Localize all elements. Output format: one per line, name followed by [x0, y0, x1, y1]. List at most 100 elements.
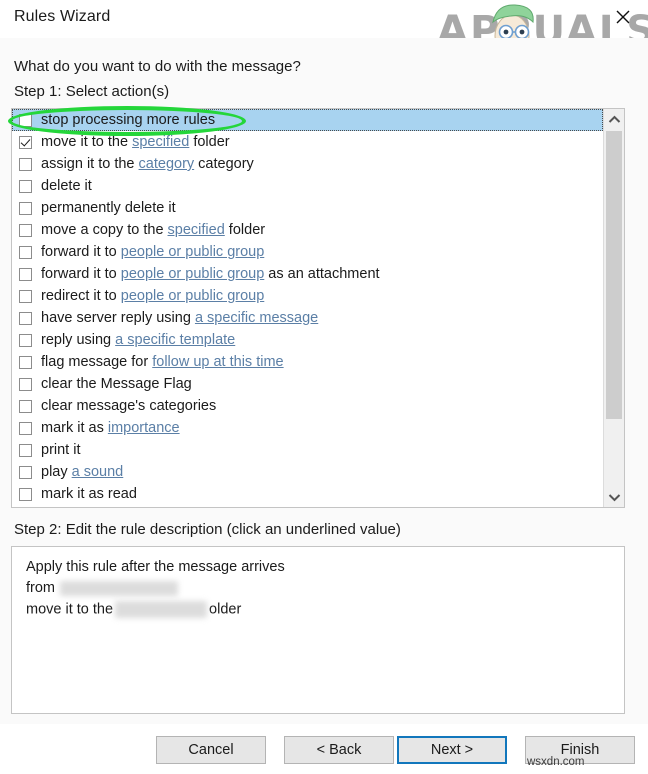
- action-label: delete it: [41, 178, 92, 194]
- action-label: flag message for follow up at this time: [41, 354, 284, 370]
- action-text: mark it as: [41, 420, 108, 436]
- action-row[interactable]: forward it to people or public group: [12, 241, 603, 263]
- description-moveto-label: move it to the: [26, 601, 113, 617]
- site-watermark: wsxdn.com: [527, 756, 585, 768]
- action-checkbox[interactable]: [19, 246, 32, 259]
- action-row[interactable]: mark it as importance: [12, 417, 603, 439]
- step1-label: Step 1: Select action(s): [14, 83, 169, 100]
- redacted-folder-value: [115, 601, 207, 618]
- action-row[interactable]: have server reply using a specific messa…: [12, 307, 603, 329]
- chevron-down-icon[interactable]: [604, 487, 624, 507]
- action-value-link[interactable]: people or public group: [121, 288, 265, 304]
- redacted-sender-value: [60, 581, 178, 596]
- action-text: mark it as read: [41, 486, 137, 502]
- close-icon[interactable]: [606, 2, 640, 32]
- action-checkbox[interactable]: [19, 378, 32, 391]
- action-checkbox[interactable]: [19, 180, 32, 193]
- description-line-2: from: [26, 580, 178, 596]
- action-row[interactable]: mark it as read: [12, 483, 603, 505]
- action-value-link[interactable]: importance: [108, 420, 180, 436]
- action-text: reply using: [41, 332, 115, 348]
- action-label: clear the Message Flag: [41, 376, 192, 392]
- action-label: forward it to people or public group as …: [41, 266, 380, 282]
- action-label: mark it as importance: [41, 420, 180, 436]
- action-checkbox[interactable]: [19, 400, 32, 413]
- action-checkbox[interactable]: [19, 290, 32, 303]
- action-value-link[interactable]: specified: [132, 134, 189, 150]
- action-value-link[interactable]: people or public group: [121, 244, 265, 260]
- scrollbar-thumb[interactable]: [606, 131, 622, 419]
- action-checkbox[interactable]: [19, 202, 32, 215]
- action-row[interactable]: permanently delete it: [12, 197, 603, 219]
- action-value-link[interactable]: follow up at this time: [152, 354, 283, 370]
- action-row[interactable]: assign it to the category category: [12, 153, 603, 175]
- description-folder-suffix: older: [209, 601, 241, 617]
- rule-description-box[interactable]: Apply this rule after the message arrive…: [11, 546, 625, 714]
- next-button[interactable]: Next >: [397, 736, 507, 764]
- action-value-link[interactable]: a specific message: [195, 310, 318, 326]
- action-label: permanently delete it: [41, 200, 176, 216]
- action-label: clear message's categories: [41, 398, 216, 414]
- action-checkbox[interactable]: [19, 312, 32, 325]
- action-row[interactable]: clear the Message Flag: [12, 373, 603, 395]
- chevron-up-icon[interactable]: [604, 109, 624, 129]
- action-text: forward it to: [41, 266, 121, 282]
- action-checkbox[interactable]: [19, 334, 32, 347]
- action-value-link[interactable]: people or public group: [121, 266, 265, 282]
- window-title: Rules Wizard: [14, 8, 110, 26]
- action-label: mark it as read: [41, 486, 137, 502]
- action-text: assign it to the: [41, 156, 139, 172]
- description-line-1: Apply this rule after the message arrive…: [26, 559, 285, 575]
- cancel-button[interactable]: Cancel: [156, 736, 266, 764]
- action-text: print it: [41, 442, 81, 458]
- action-text: move it to the: [41, 134, 132, 150]
- action-row[interactable]: move a copy to the specified folder: [12, 219, 603, 241]
- title-bar: Rules Wizard: [0, 0, 648, 39]
- action-row[interactable]: forward it to people or public group as …: [12, 263, 603, 285]
- action-label: assign it to the category category: [41, 156, 254, 172]
- action-checkbox[interactable]: [19, 158, 32, 171]
- action-checkbox[interactable]: [19, 224, 32, 237]
- action-row[interactable]: print it: [12, 439, 603, 461]
- action-row[interactable]: flag message for follow up at this time: [12, 351, 603, 373]
- actions-list: stop processing more rules move it to the…: [12, 109, 603, 505]
- action-text: flag message for: [41, 354, 152, 370]
- action-row[interactable]: redirect it to people or public group: [12, 285, 603, 307]
- action-checkbox[interactable]: [19, 114, 32, 127]
- action-label: play a sound: [41, 464, 123, 480]
- action-checkbox[interactable]: [19, 268, 32, 281]
- actions-scrollbar[interactable]: [603, 109, 624, 507]
- action-row[interactable]: stop processing more rules: [12, 109, 603, 131]
- actions-listbox[interactable]: stop processing more rules move it to the…: [11, 108, 625, 508]
- action-row[interactable]: clear message's categories: [12, 395, 603, 417]
- action-text: folder: [189, 134, 229, 150]
- action-text: clear message's categories: [41, 398, 216, 414]
- action-checkbox[interactable]: [19, 422, 32, 435]
- action-checkbox[interactable]: [19, 488, 32, 501]
- action-label: redirect it to people or public group: [41, 288, 264, 304]
- back-button[interactable]: < Back: [284, 736, 394, 764]
- action-row[interactable]: reply using a specific template: [12, 329, 603, 351]
- description-from-label: from: [26, 580, 55, 596]
- action-checkbox[interactable]: [19, 136, 32, 149]
- action-value-link[interactable]: specified: [168, 222, 225, 238]
- action-value-link[interactable]: a specific template: [115, 332, 235, 348]
- dialog-body: What do you want to do with the message?…: [0, 38, 648, 724]
- action-text: play: [41, 464, 72, 480]
- action-value-link[interactable]: a sound: [72, 464, 124, 480]
- action-value-link[interactable]: category: [139, 156, 195, 172]
- action-row[interactable]: play a sound: [12, 461, 603, 483]
- action-row[interactable]: delete it: [12, 175, 603, 197]
- action-row[interactable]: move it to the specified folder: [12, 131, 603, 153]
- action-label: stop processing more rules: [41, 112, 215, 128]
- action-checkbox[interactable]: [19, 444, 32, 457]
- action-text: delete it: [41, 178, 92, 194]
- action-text: move a copy to the: [41, 222, 168, 238]
- action-label: move it to the specified folder: [41, 134, 230, 150]
- action-label: reply using a specific template: [41, 332, 235, 348]
- action-checkbox[interactable]: [19, 466, 32, 479]
- action-label: print it: [41, 442, 81, 458]
- page-title: What do you want to do with the message?: [14, 58, 301, 75]
- action-label: forward it to people or public group: [41, 244, 264, 260]
- action-checkbox[interactable]: [19, 356, 32, 369]
